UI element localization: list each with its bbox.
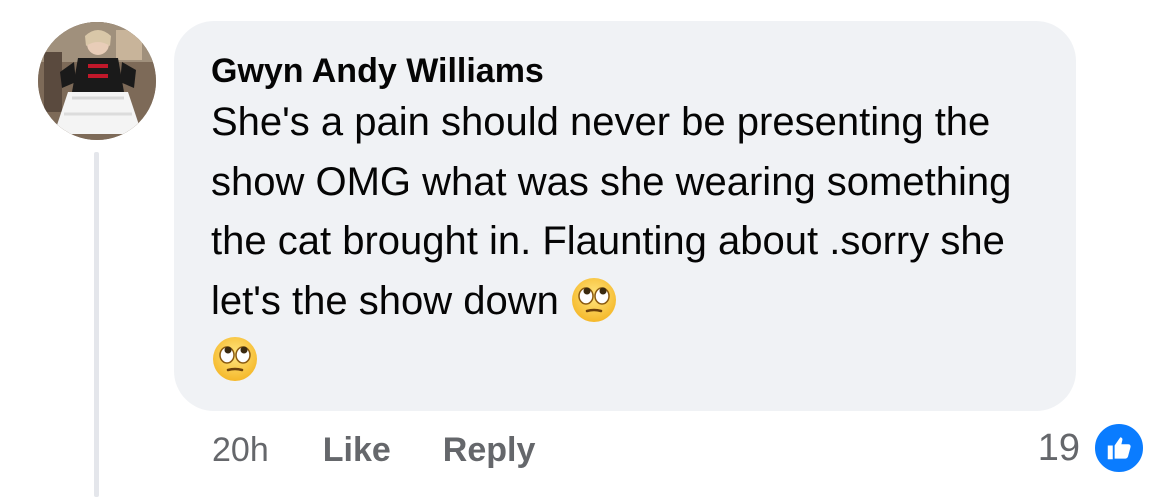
comment-actions: 20h Like Reply: [212, 428, 587, 472]
like-icon: [1092, 421, 1146, 475]
reaction-count: 19: [1037, 426, 1080, 469]
comment-text: She's a pain should never be presenting …: [211, 93, 1051, 391]
reactions-summary[interactable]: 19: [1038, 420, 1146, 476]
rolling-eyes-emoji-icon: [211, 335, 259, 383]
author-name[interactable]: Gwyn Andy Williams: [211, 51, 1040, 91]
comment-bubble: Gwyn Andy Williams She's a pain should n…: [174, 21, 1076, 411]
reply-button[interactable]: Reply: [443, 431, 536, 470]
timestamp[interactable]: 20h: [212, 431, 269, 470]
avatar[interactable]: [38, 22, 156, 140]
comment-container: Gwyn Andy Williams She's a pain should n…: [0, 0, 1170, 497]
avatar-photo: [38, 22, 156, 140]
thread-line: [94, 152, 99, 497]
rolling-eyes-emoji-icon: [570, 276, 618, 324]
like-button[interactable]: Like: [323, 431, 391, 470]
